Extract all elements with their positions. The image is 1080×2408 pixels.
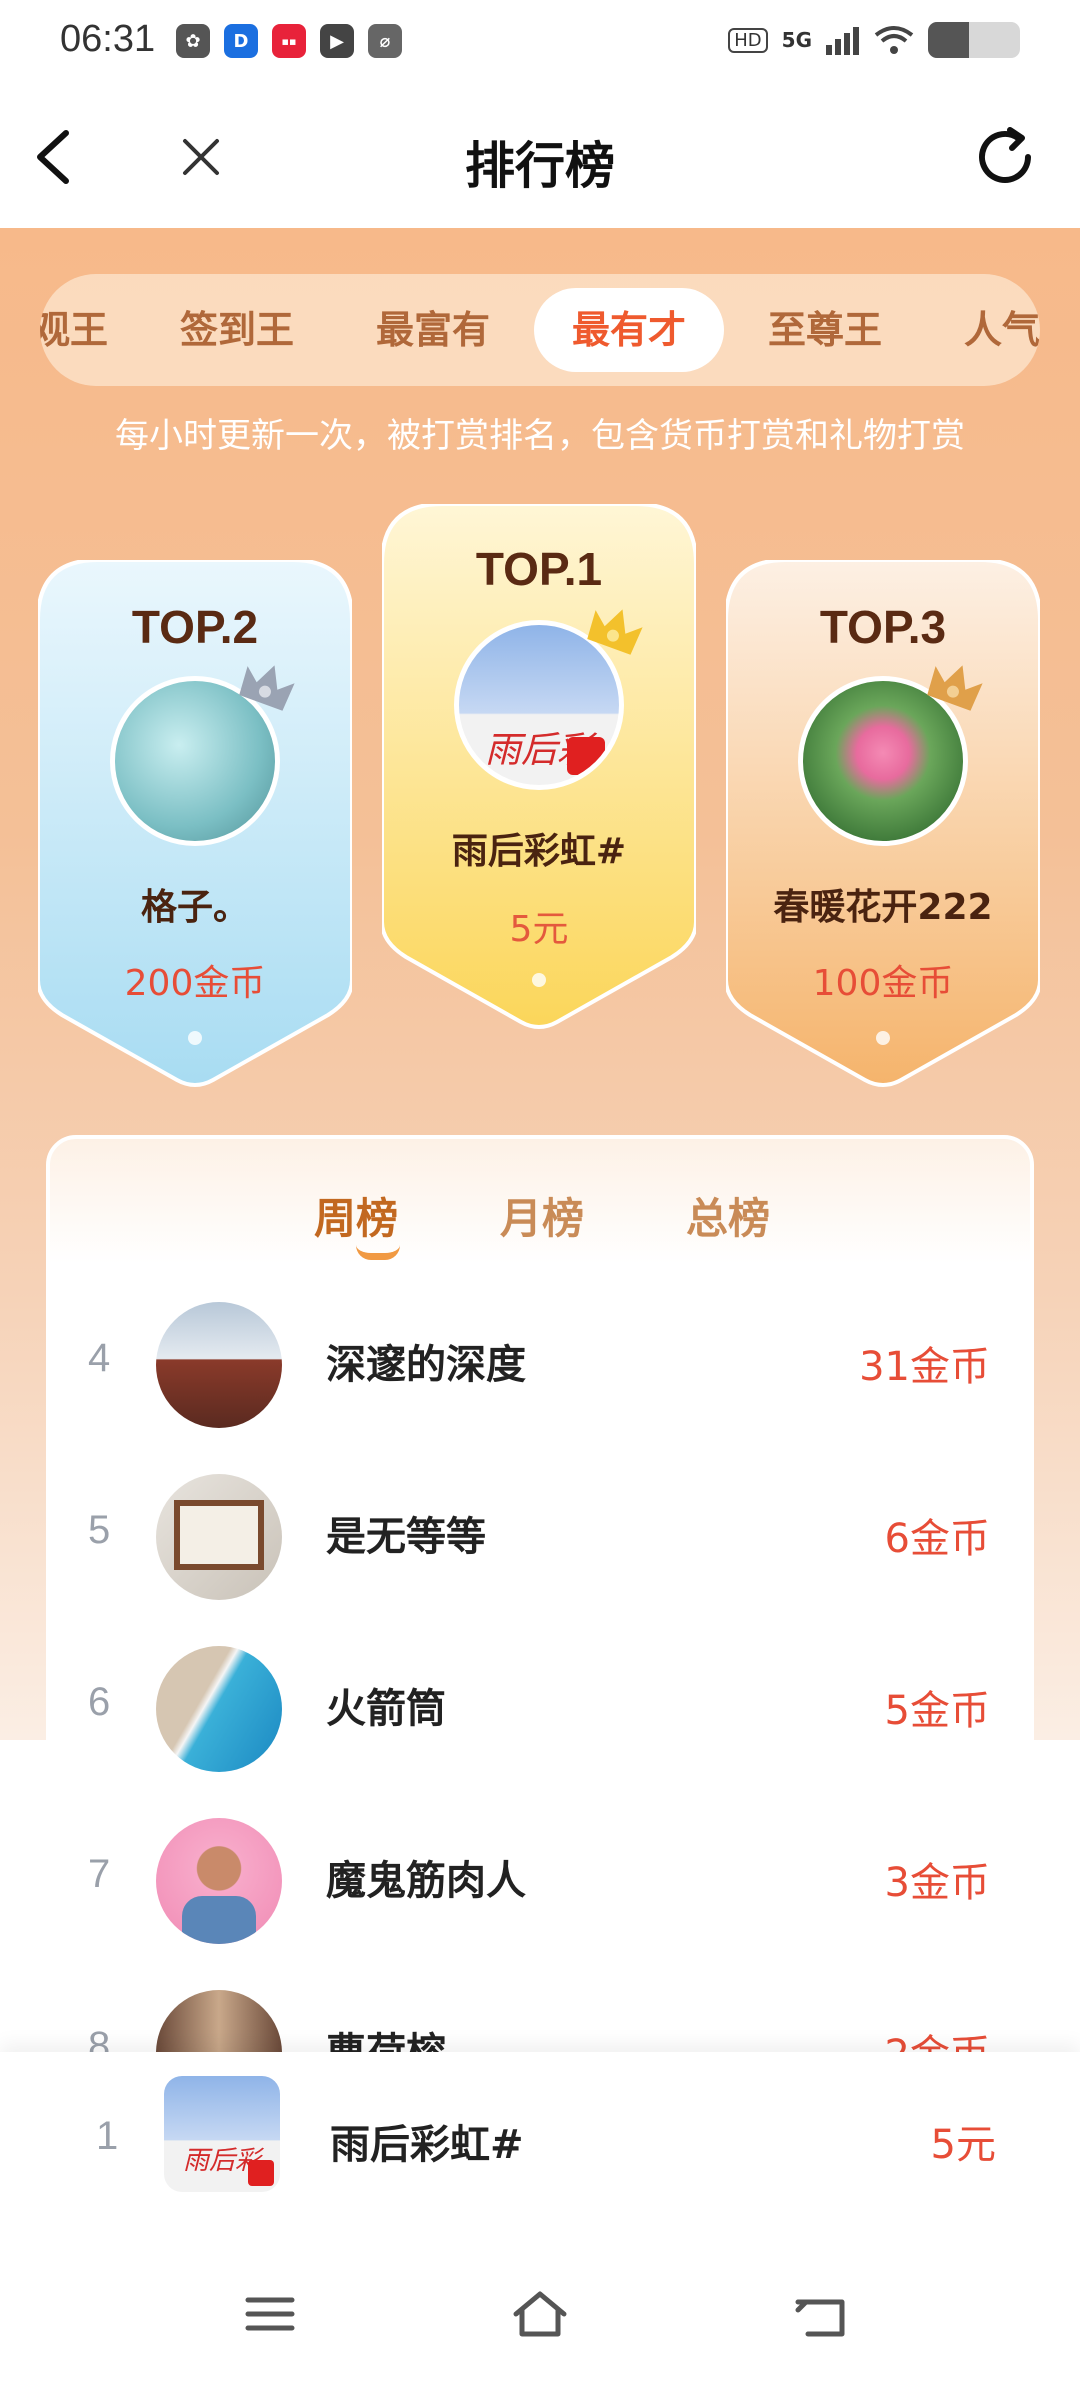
flag-icon (248, 2160, 274, 2186)
hd-icon: HD (728, 27, 768, 53)
my-user-name: 雨后彩虹# (330, 2122, 524, 2168)
tab-qiandaowang[interactable]: 签到王 (180, 274, 294, 386)
podium-score: 200金币 (124, 963, 266, 1004)
system-nav-bar (0, 2222, 1080, 2408)
wifi-icon (874, 26, 914, 54)
user-name: 是无等等 (326, 1514, 486, 1560)
user-score: 5金币 (884, 1688, 990, 1734)
podium-rank-label: TOP.1 (475, 543, 603, 595)
category-tabs: 观王 签到王 最富有 最有才 至尊王 人气 (40, 274, 1040, 386)
refresh-icon (979, 127, 1031, 183)
play-icon: ▶ (320, 24, 354, 58)
user-score: 31金币 (859, 1344, 990, 1390)
user-name: 火箭筒 (326, 1686, 446, 1732)
app-notification-icon: ▪▪ (272, 24, 306, 58)
my-rank-bar[interactable]: 1 雨后彩 雨后彩虹# 5元 (0, 2052, 1080, 2222)
app-notification-icon: D (224, 24, 258, 58)
list-item[interactable]: 4 深邃的深度 31金币 (0, 1280, 1080, 1452)
list-item[interactable]: 6 火箭筒 5金币 (0, 1624, 1080, 1796)
app-notification-icon: ✿ (176, 24, 210, 58)
home-icon[interactable] (510, 2284, 570, 2344)
rank-number: 5 (88, 1508, 111, 1552)
ranking-description: 每小时更新一次，被打赏排名，包含货币打赏和礼物打赏 (115, 416, 965, 456)
rank-number: 7 (88, 1852, 111, 1896)
avatar (156, 1302, 282, 1428)
tab-zhizunwang[interactable]: 至尊王 (768, 274, 882, 386)
list-item[interactable]: 8 曹荷榕 2金币 (0, 1968, 1080, 2052)
tab-guanwang[interactable]: 观王 (40, 274, 108, 386)
podium-score: 5元 (509, 909, 569, 950)
tab-zuiyoucai[interactable]: 最有才 (534, 288, 725, 372)
my-avatar: 雨后彩 (164, 2076, 280, 2192)
user-name: 魔鬼筋肉人 (326, 1858, 526, 1904)
user-score: 3金币 (884, 1860, 990, 1906)
user-score: 2金币 (885, 2022, 990, 2052)
bronze-crown-icon (927, 665, 983, 711)
period-tabs: 周榜 月榜 总榜 (50, 1185, 1030, 1265)
tab-weekly[interactable]: 周榜 (314, 1185, 398, 1246)
active-tab-indicator (356, 1245, 400, 1260)
my-rank-number: 1 (96, 2114, 119, 2158)
podium-name: 雨后彩虹# (451, 831, 627, 872)
rank-number: 8 (88, 2024, 111, 2052)
network-label: 5G (781, 28, 812, 52)
status-bar: 06:31 ✿ D ▪▪ ▶ ⌀ HD 5G (0, 0, 1080, 84)
status-indicators: HD 5G (728, 22, 1020, 58)
avatar (156, 1990, 282, 2052)
list-item[interactable]: 7 魔鬼筋肉人 3金币 (0, 1796, 1080, 1968)
calligraphy-image (174, 1500, 264, 1570)
status-time: 06:31 (60, 18, 156, 60)
notification-icons: ✿ D ▪▪ ▶ ⌀ (176, 24, 402, 58)
avatar-figure (182, 1896, 256, 1944)
rank-number: 6 (88, 1680, 111, 1724)
avatar (156, 1818, 282, 1944)
back-icon[interactable] (794, 2284, 854, 2344)
podium-card-third[interactable]: TOP.3 春暖花开222 100金币 (726, 560, 1040, 1088)
signal-icon (826, 27, 859, 55)
battery-icon (928, 22, 1020, 58)
podium-rank-label: TOP.3 (819, 601, 947, 653)
my-user-score: 5元 (930, 2122, 996, 2168)
leaf-icon: ⌀ (368, 24, 402, 58)
tab-monthly[interactable]: 月榜 (500, 1185, 584, 1246)
flag-icon (567, 737, 605, 775)
podium-rank-label: TOP.2 (131, 601, 259, 653)
user-name: 深邃的深度 (326, 1342, 526, 1388)
podium-card-second[interactable]: TOP.2 格子。 200金币 (38, 560, 352, 1088)
podium-name: 格子。 (140, 887, 249, 928)
tab-renqi[interactable]: 人气 (964, 274, 1040, 386)
list-item[interactable]: 5 是无等等 6金币 (0, 1452, 1080, 1624)
user-name: 曹荷榕 (326, 2020, 446, 2052)
podium-score: 100金币 (812, 963, 954, 1004)
page-title: 排行榜 (465, 137, 615, 195)
tab-zuifuyou[interactable]: 最富有 (376, 274, 490, 386)
tab-total[interactable]: 总榜 (686, 1185, 770, 1246)
podium-name: 春暖花开222 (773, 887, 993, 928)
gold-crown-icon (587, 609, 643, 655)
menu-icon[interactable] (240, 2284, 300, 2344)
silver-crown-icon (239, 665, 295, 711)
avatar (156, 1474, 282, 1600)
avatar (156, 1646, 282, 1772)
rank-number: 4 (88, 1336, 111, 1380)
app-header: 排行榜 (0, 84, 1080, 228)
user-score: 6金币 (884, 1516, 990, 1562)
podium-card-first[interactable]: TOP.1 雨后彩 雨后彩虹# 5元 (382, 504, 696, 1030)
refresh-button[interactable] (970, 122, 1040, 192)
